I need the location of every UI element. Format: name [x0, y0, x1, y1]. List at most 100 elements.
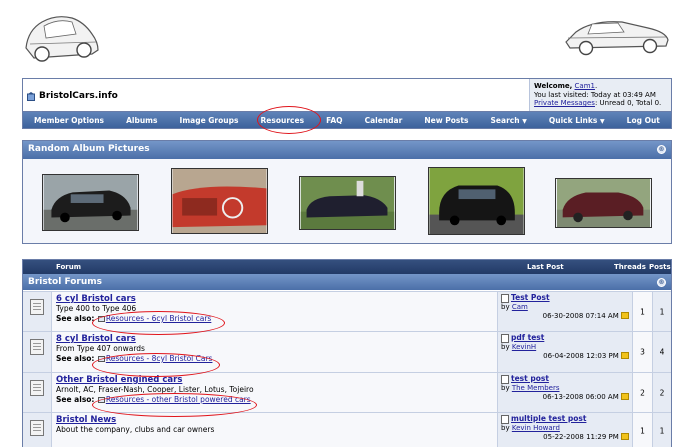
- nav-albums[interactable]: Albums: [126, 116, 157, 125]
- last-post-user-link[interactable]: The Members: [512, 384, 560, 392]
- last-post-date: 06-04-2008: [543, 351, 584, 360]
- thread-count: 1: [640, 426, 645, 435]
- album-thumbnail[interactable]: [171, 168, 268, 234]
- forum-status-cell: [23, 373, 52, 412]
- last-post-title-link[interactable]: test post: [511, 374, 549, 383]
- collapse-icon[interactable]: ®: [657, 145, 666, 154]
- nav-image-groups[interactable]: Image Groups: [180, 116, 239, 125]
- go-to-last-post-icon[interactable]: [621, 312, 629, 319]
- forum-description: From Type 407 onwards: [56, 344, 145, 353]
- col-last-post: Last Post: [527, 263, 564, 271]
- last-post-title-link[interactable]: multiple test post: [511, 414, 586, 423]
- pm-line: Private Messages: Unread 0, Total 0.: [534, 99, 667, 108]
- posts-cell: 1: [653, 292, 671, 331]
- nav-resources[interactable]: Resources: [261, 116, 305, 125]
- thread-icon: [501, 375, 509, 384]
- private-messages-link[interactable]: Private Messages: [534, 99, 595, 107]
- col-forum: Forum: [56, 263, 82, 271]
- forum-title-link[interactable]: Other Bristol engined cars: [56, 375, 182, 385]
- last-post-time: 07:14 AM: [585, 311, 619, 320]
- last-post-by: by: [501, 303, 510, 311]
- last-post-title-link[interactable]: pdf test: [511, 333, 544, 342]
- forum-info-cell: 6 cyl Bristol cars Type 400 to Type 406 Se…: [52, 292, 498, 331]
- classic-car-logo-left: [25, 16, 99, 62]
- last-post-date: 06-30-2008: [542, 311, 584, 320]
- go-to-last-post-icon[interactable]: [621, 433, 629, 440]
- site-header: BristolCars.info Welcome, Cam1. You last…: [22, 78, 672, 112]
- last-post-title-link[interactable]: Test Post: [511, 293, 550, 302]
- pm-status: : Unread 0, Total 0.: [594, 99, 662, 107]
- thread-icon: [501, 334, 509, 343]
- threads-cell: 1: [633, 413, 653, 447]
- threads-cell: 3: [633, 332, 653, 372]
- welcome-line: Welcome, Cam1.: [534, 82, 667, 91]
- welcome-panel: Welcome, Cam1. You last visited: Today a…: [529, 79, 671, 111]
- category-title[interactable]: Bristol Forums: [28, 277, 102, 287]
- forum-status-icon: [30, 380, 44, 396]
- last-post-cell: test post by The Members 06-13-2008 06:00 …: [498, 373, 633, 412]
- album-thumbnail[interactable]: [555, 178, 652, 228]
- username-link[interactable]: Cam1: [575, 82, 595, 90]
- see-also-label: See also:: [56, 314, 95, 323]
- forum-title-link[interactable]: Bristol News: [56, 415, 116, 425]
- nav-new-posts[interactable]: New Posts: [424, 116, 468, 125]
- nav-quick-links-label: Quick Links: [548, 115, 598, 125]
- resource-icon: [97, 397, 105, 403]
- forum-status-icon: [30, 299, 44, 315]
- see-also-link[interactable]: Resources - 8cyl Bristol Cars: [106, 354, 213, 363]
- posts-cell: 4: [653, 332, 671, 372]
- forum-title-link[interactable]: 8 cyl Bristol cars: [56, 334, 136, 344]
- chevron-down-icon: ▼: [522, 117, 527, 125]
- forum-title-link[interactable]: 6 cyl Bristol cars: [56, 294, 136, 304]
- welcome-greeting-end: .: [594, 82, 598, 90]
- nav-log-out[interactable]: Log Out: [627, 116, 660, 125]
- last-post-user-link[interactable]: KevinH: [512, 343, 536, 351]
- nav-member-options[interactable]: Member Options: [34, 116, 104, 125]
- threads-cell: 2: [633, 373, 653, 412]
- see-also-link[interactable]: Resources - 6cyl Bristol cars: [106, 314, 212, 323]
- see-also-line: See also: Resources - other Bristol powe…: [56, 395, 493, 405]
- nav-quick-links[interactable]: Quick Links ▼: [549, 116, 605, 125]
- see-also-link[interactable]: Resources - other Bristol powered cars: [106, 395, 251, 404]
- nav-calendar[interactable]: Calendar: [365, 116, 403, 125]
- see-also-line: See also: Resources - 6cyl Bristol cars: [56, 314, 493, 324]
- last-post-cell: Test Post by Cam 06-30-2008 07:14 AM: [498, 292, 633, 331]
- nav-search[interactable]: Search ▼: [491, 116, 527, 125]
- main-navbar: Member Options Albums Image Groups Resou…: [22, 112, 672, 129]
- album-header: Random Album Pictures ®: [23, 141, 671, 159]
- forum-row: 8 cyl Bristol cars From Type 407 onwards S…: [23, 331, 671, 372]
- last-visit-time: 03:49 AM: [622, 90, 656, 99]
- last-visit-label: You last visited: Today at: [534, 90, 621, 99]
- welcome-greeting: Welcome,: [534, 82, 573, 90]
- last-post-user-link[interactable]: Cam: [512, 303, 528, 311]
- go-to-last-post-icon[interactable]: [621, 352, 629, 359]
- forum-info-cell: 8 cyl Bristol cars From Type 407 onwards S…: [52, 332, 498, 372]
- last-post-by: by: [501, 384, 510, 392]
- resource-icon: [97, 316, 105, 322]
- site-title[interactable]: BristolCars.info: [27, 91, 118, 101]
- chevron-down-icon: ▼: [599, 117, 605, 125]
- last-post-by: by: [501, 424, 510, 432]
- col-posts: Posts: [649, 263, 671, 271]
- forum-status-icon: [30, 339, 44, 355]
- last-post-date: 06-13-2008: [542, 392, 584, 401]
- forum-home-icon: [27, 91, 35, 101]
- nav-search-label: Search: [490, 115, 520, 125]
- classic-car-logo-right: [565, 21, 669, 56]
- nav-faq[interactable]: FAQ: [326, 116, 342, 125]
- forum-status-icon: [30, 420, 44, 436]
- forum-row: 6 cyl Bristol cars Type 400 to Type 406 Se…: [23, 291, 671, 331]
- forum-status-cell: [23, 332, 52, 372]
- forum-status-cell: [23, 413, 52, 447]
- album-thumbnail[interactable]: [299, 176, 396, 230]
- last-post-time: 06:00 AM: [585, 392, 619, 401]
- last-post-date: 05-22-2008: [543, 432, 584, 441]
- see-also-label: See also:: [56, 395, 95, 404]
- collapse-icon[interactable]: ®: [657, 278, 666, 287]
- album-thumbnail[interactable]: [428, 167, 525, 235]
- post-count: 1: [659, 426, 665, 435]
- last-post-datetime: 06-04-2008 12:03 PM: [501, 352, 629, 361]
- go-to-last-post-icon[interactable]: [621, 393, 629, 400]
- last-post-user-link[interactable]: Kevin Howard: [512, 424, 560, 432]
- album-thumbnail[interactable]: [42, 174, 139, 231]
